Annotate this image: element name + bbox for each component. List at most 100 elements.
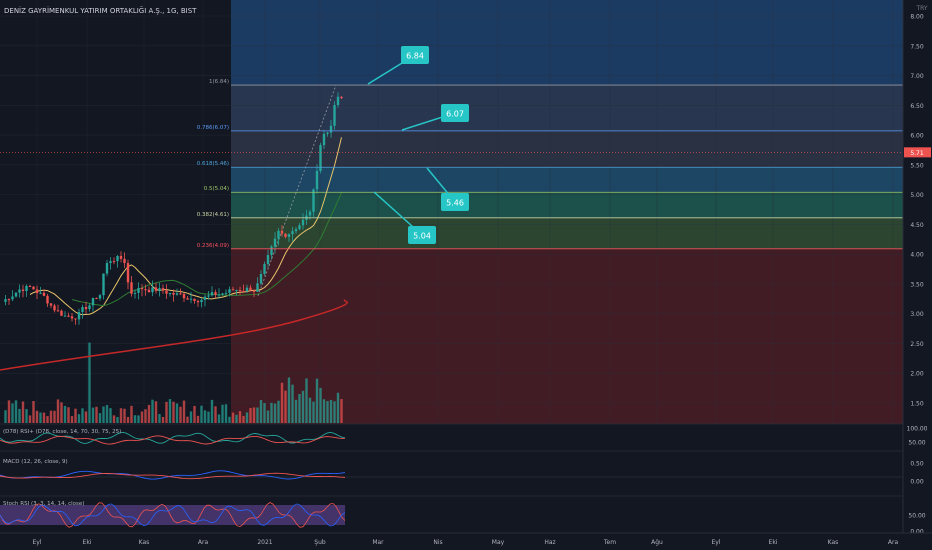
volume-bar [25,409,28,423]
callout-label-1: 6.07 [446,110,464,119]
candle-body [266,255,270,265]
candle-body [298,225,301,230]
price-tick-1: 7.50 [910,43,924,50]
volume-bar [242,415,245,423]
fib-bands [231,0,903,424]
candle-body [7,299,11,301]
candle-body [84,307,88,310]
time-label-1: Eki [83,539,92,546]
volume-bar [102,406,105,423]
price-tick-2: 7.00 [910,73,924,80]
volume-bar [256,407,259,423]
volume-bar [161,416,165,423]
volume-bar [144,409,147,423]
fib-label-4: 0.382(4.61) [197,212,229,218]
candle-body [161,288,165,291]
candle-body [67,315,70,317]
candle-body [333,105,336,126]
volume-bar [193,405,196,423]
candle-body [98,295,102,299]
chart-canvas[interactable]: 1(6.84) 0.786(6.07) 0.618(5.46) 0.5(5.04) 0.… [0,0,932,550]
volume-bar [200,405,203,423]
volume-bar [28,415,32,423]
candle-body [4,299,7,302]
volume-bar [18,408,21,423]
volume-bar [329,399,333,423]
candle-body [294,229,298,232]
symbol-title[interactable]: DENİZ GAYRİMENKUL YATIRIM ORTAKLIĞI A.Ş.… [4,6,197,15]
indicator-panes: (D78) RSI+ (D78, close, 14, 70, 30, 75, … [0,423,932,534]
candle-body [25,285,28,292]
volume-bar [39,412,42,423]
candle-body [308,211,312,216]
candle-body [175,293,179,295]
fib-band-1 [231,130,903,168]
volume-bar [7,400,11,423]
time-label-9: Haz [544,539,555,546]
fib-band-0 [231,85,903,131]
time-label-5: Şub [314,539,326,546]
candle-body [231,289,235,291]
candle-body [42,292,46,296]
candle-body [273,238,277,247]
candle-body [126,263,130,283]
volume-bar [308,397,312,423]
volume-bar [130,405,133,423]
volume-bar [32,401,35,423]
volume-bar [326,401,329,423]
volume-bar [294,399,298,423]
candle-body [235,290,238,292]
volume-bar [105,405,109,423]
fib-label-2: 0.618(5.46) [197,161,229,167]
time-label-14: Kas [828,539,839,546]
volume-bar [322,399,326,423]
candle-body [102,273,105,296]
volume-bar [109,408,112,423]
volume-bar [88,342,91,423]
candle-body [291,231,294,235]
price-tick-13: 1.50 [910,401,924,408]
volume-bar [312,401,315,423]
volume-bar [259,400,263,423]
candle-body [217,294,221,296]
volume-bar [340,399,343,423]
volume-bar [53,410,56,423]
last-price-label: 5.71 [910,150,924,157]
volume-bar [42,412,46,423]
rsi-title: (D78) RSI+ (D78, close, 14, 70, 30, 75, … [3,429,121,435]
volume-bar [126,416,130,423]
candle-body [81,307,84,312]
volume-bar [196,415,200,423]
fib-band-4 [231,217,903,249]
volume-bar [277,400,280,423]
volume-bar [165,401,168,423]
volume-bar [336,392,340,423]
volume-bar [60,402,63,423]
candle-body [228,289,231,293]
candle-body [277,230,280,239]
time-label-3: Ara [198,539,209,546]
candle-body [154,287,158,291]
volume-bar [284,390,287,423]
volume-bar [249,408,252,423]
candle-body [238,290,242,292]
candle-body [249,287,252,291]
volume-bar [263,403,266,423]
candle-body [151,287,154,293]
candle-body [210,292,214,296]
candle-body [245,287,249,292]
volume-bar [81,408,84,423]
time-label-11: Ağu [651,539,663,546]
candle-body [340,96,343,99]
candle-body [165,290,168,294]
callout-label-3: 5.04 [413,232,431,241]
time-label-6: Mar [372,539,384,546]
volume-bar [333,401,336,423]
candle-body [203,296,207,300]
price-tick-11: 2.50 [910,341,924,348]
fib-band-top [231,0,903,86]
volume-bar [154,401,158,423]
volume-bar [67,407,70,423]
price-tick-0: 8.00 [910,14,924,21]
fib-label-0: 1(6.84) [209,79,229,85]
